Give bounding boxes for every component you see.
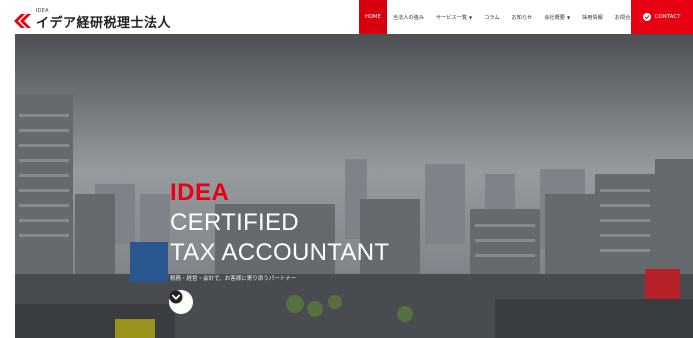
chevron-down-icon: ▼	[566, 14, 571, 20]
site-header: IDEA イデア経研税理士法人 HOME 当法人の強み サービス一覧 ▼ コラム …	[0, 0, 693, 34]
contact-label: CONTACT	[654, 14, 681, 20]
hero-title-idea: IDEA	[170, 179, 230, 206]
hero-section: IDEA CERTIFIED TAX ACCOUNTANT 税務・経営・会計で、…	[15, 34, 693, 338]
hero-title-certified: CERTIFIED	[170, 209, 299, 236]
scroll-down-button[interactable]	[169, 290, 193, 314]
nav-item-strengths[interactable]: 当法人の強み	[387, 0, 430, 34]
chevron-down-icon: ▼	[469, 14, 473, 20]
hero-cityscape-image	[15, 34, 693, 338]
nav-item-news[interactable]: お知らせ	[506, 0, 539, 34]
nav-item-label: コラム	[484, 14, 500, 21]
nav-item-home[interactable]: HOME	[359, 0, 387, 34]
main-nav: HOME 当法人の強み サービス一覧 ▼ コラム お知らせ 会社概要 ▼ 採用情報 …	[359, 0, 642, 34]
logo-mark-icon	[14, 14, 31, 28]
nav-item-services[interactable]: サービス一覧 ▼	[430, 0, 478, 34]
nav-item-recruit[interactable]: 採用情報	[576, 0, 609, 34]
nav-item-label: 採用情報	[582, 14, 603, 21]
chevron-down-icon	[169, 290, 183, 304]
contact-button[interactable]: CONTACT	[631, 0, 693, 34]
hero-subtitle: 税務・経営・会計で、お客様に寄り添うパートナー	[170, 276, 297, 282]
nav-item-label: お知らせ	[511, 14, 533, 21]
nav-item-column[interactable]: コラム	[478, 0, 505, 34]
nav-item-label: サービス一覧	[435, 14, 468, 21]
nav-item-company[interactable]: 会社概要 ▼	[538, 0, 576, 34]
hero-title-tax-accountant: TAX ACCOUNTANT	[170, 239, 390, 266]
mail-icon	[643, 13, 652, 21]
logo-name: イデア経研税理士法人	[36, 16, 172, 31]
nav-item-label: 会社概要	[544, 14, 565, 21]
nav-item-label: HOME	[365, 14, 381, 20]
nav-item-label: 当法人の強み	[392, 14, 424, 21]
